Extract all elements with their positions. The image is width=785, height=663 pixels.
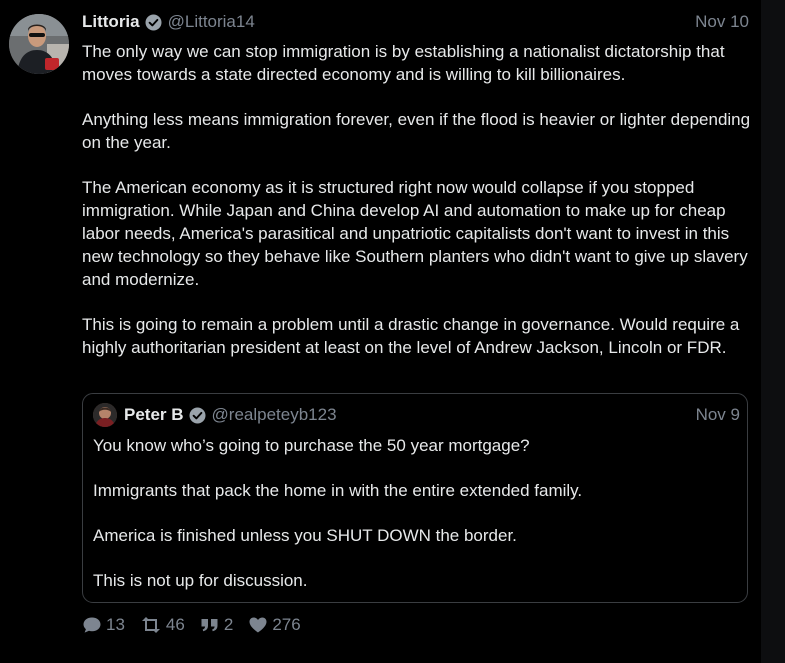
like-icon: [249, 617, 267, 633]
tweet-paragraph: This is going to remain a problem until …: [82, 315, 740, 357]
tweet-paragraph: The only way we can stop immigration is …: [82, 42, 725, 84]
like-button[interactable]: 276: [248, 615, 301, 635]
quote-count: 2: [223, 615, 234, 634]
quote-icon: [201, 619, 218, 632]
reply-button[interactable]: 13: [82, 615, 125, 635]
quoted-paragraph: America is finished unless you SHUT DOWN…: [93, 526, 517, 545]
quoted-paragraph: You know who’s going to purchase the 50 …: [93, 436, 530, 455]
verified-badge-icon: [189, 407, 206, 424]
reply-icon: [83, 617, 101, 633]
tweet-text: The only way we can stop immigration is …: [82, 40, 754, 381]
tweet-header: Littoria @Littoria14 Nov 10: [82, 10, 749, 34]
verified-badge-icon: [145, 14, 162, 31]
quoted-date[interactable]: Nov 9: [696, 405, 740, 425]
reply-count: 13: [106, 615, 125, 634]
tweet-date[interactable]: Nov 10: [695, 12, 749, 32]
tweet-paragraph: The American economy as it is structured…: [82, 178, 748, 289]
retweet-button[interactable]: 46: [140, 615, 185, 635]
tweet: Littoria @Littoria14 Nov 10 The only way…: [0, 0, 761, 663]
like-count: 276: [272, 615, 301, 634]
retweet-icon: [141, 617, 160, 633]
tweet-actions: 13 46 2 276: [82, 614, 316, 636]
author-name[interactable]: Littoria: [82, 12, 140, 32]
quoted-paragraph: Immigrants that pack the home in with th…: [93, 481, 583, 500]
quoted-author-handle[interactable]: @realpeteyb123: [212, 405, 337, 425]
avatar[interactable]: [9, 14, 69, 74]
quoted-text: You know who’s going to purchase the 50 …: [93, 434, 739, 614]
retweet-count: 46: [165, 615, 185, 634]
quoted-author-name[interactable]: Peter B: [124, 405, 184, 425]
quoted-header: Peter B @realpeteyb123 Nov 9: [124, 403, 740, 427]
author-handle[interactable]: @Littoria14: [168, 12, 255, 32]
scrollbar-track[interactable]: [761, 0, 785, 663]
quoted-paragraph: This is not up for discussion.: [93, 571, 308, 590]
quoted-avatar[interactable]: [93, 403, 117, 427]
tweet-paragraph: Anything less means immigration forever,…: [82, 110, 751, 152]
quote-button[interactable]: 2: [200, 615, 233, 635]
quoted-tweet[interactable]: Peter B @realpeteyb123 Nov 9 You know wh…: [82, 393, 748, 603]
